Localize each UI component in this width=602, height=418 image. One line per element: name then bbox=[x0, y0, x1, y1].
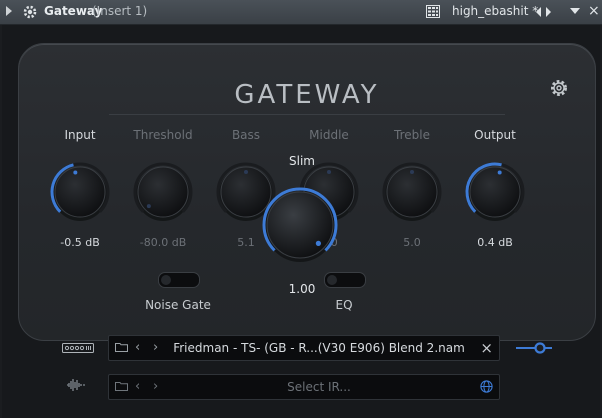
waveform-icon bbox=[67, 379, 85, 391]
input-value: -0.5 dB bbox=[60, 236, 100, 249]
folder-icon[interactable] bbox=[115, 342, 128, 352]
output-knob[interactable] bbox=[463, 160, 527, 224]
clear-model-icon[interactable]: × bbox=[480, 339, 493, 357]
window-subtitle: (Insert 1) bbox=[92, 4, 148, 18]
model-slider[interactable] bbox=[514, 341, 554, 355]
knob-cap bbox=[386, 166, 438, 218]
knob-indicator bbox=[497, 170, 502, 175]
close-icon[interactable]: × bbox=[588, 3, 600, 19]
bass-label: Bass bbox=[231, 128, 261, 142]
slim-knob[interactable] bbox=[260, 185, 340, 265]
logo-divider bbox=[109, 114, 505, 115]
model-file-icon bbox=[62, 343, 94, 353]
treble-label: Treble bbox=[394, 128, 430, 142]
knob-indicator bbox=[410, 170, 414, 174]
plugin-logo: GATEWAY bbox=[234, 80, 380, 110]
model-name[interactable]: Friedman - TS- (GB - R...(V30 E906) Blen… bbox=[169, 341, 469, 355]
knob-indicator bbox=[315, 240, 321, 246]
plugin-title-bar: Gateway (Insert 1) high_ebashit * × bbox=[0, 0, 602, 25]
settings-gear-icon[interactable] bbox=[549, 78, 569, 98]
output-label: Output bbox=[474, 128, 516, 142]
knob-cap bbox=[266, 191, 334, 259]
eq-label: EQ bbox=[335, 298, 353, 312]
knob-cap bbox=[137, 166, 189, 218]
collapse-arrow-icon[interactable] bbox=[6, 6, 12, 16]
ir-loader-row: ‹ › Select IR... bbox=[108, 374, 500, 400]
gear-icon[interactable] bbox=[22, 4, 38, 20]
treble-knob[interactable] bbox=[380, 160, 444, 224]
knob-indicator bbox=[327, 170, 331, 174]
model-loader-row: ‹ › Friedman - TS- (GB - R...(V30 E906) … bbox=[108, 335, 500, 361]
knob-cap bbox=[469, 166, 521, 218]
treble-value: 5.0 bbox=[403, 236, 421, 249]
threshold-knob[interactable] bbox=[131, 160, 195, 224]
input-knob[interactable] bbox=[48, 160, 112, 224]
noise-gate-toggle[interactable] bbox=[158, 272, 200, 288]
preset-browser-icon[interactable] bbox=[426, 5, 440, 18]
next-ir-icon[interactable]: › bbox=[153, 379, 158, 394]
toggle-thumb bbox=[161, 275, 171, 285]
knob-indicator bbox=[73, 170, 78, 175]
next-preset-arrow-icon[interactable] bbox=[546, 7, 551, 17]
knob-indicator bbox=[244, 170, 248, 174]
previous-model-icon[interactable]: ‹ bbox=[135, 340, 140, 355]
next-model-icon[interactable]: › bbox=[153, 340, 158, 355]
slim-value: 1.00 bbox=[288, 282, 316, 296]
threshold-label: Threshold bbox=[133, 128, 193, 142]
plugin-body: GATEWAY Input -0.5 dB Threshold -80.0 dB Bas… bbox=[2, 25, 600, 418]
knob-cap bbox=[54, 166, 106, 218]
knob-indicator bbox=[146, 204, 151, 209]
previous-ir-icon[interactable]: ‹ bbox=[135, 379, 140, 394]
output-value: 0.4 dB bbox=[477, 236, 513, 249]
folder-icon[interactable] bbox=[115, 381, 128, 391]
input-label: Input bbox=[64, 128, 96, 142]
slim-label: Slim bbox=[289, 154, 315, 168]
threshold-value: -80.0 dB bbox=[139, 236, 187, 249]
preset-name[interactable]: high_ebashit * bbox=[452, 4, 538, 18]
previous-preset-arrow-icon[interactable] bbox=[536, 7, 541, 17]
middle-label: Middle bbox=[309, 128, 349, 142]
ir-placeholder[interactable]: Select IR... bbox=[169, 380, 469, 394]
plugin-menu-arrow-icon[interactable] bbox=[570, 8, 580, 14]
globe-icon[interactable] bbox=[480, 380, 493, 393]
noise-gate-label: Noise Gate bbox=[145, 298, 211, 312]
